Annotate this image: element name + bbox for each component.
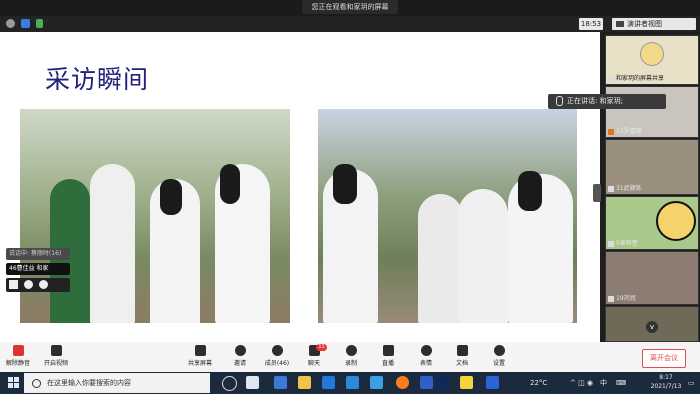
shared-slide: 采访瞬间	[0, 32, 600, 342]
participant-tile[interactable]: 和家玥的屏幕共享	[605, 35, 699, 85]
video-icon	[50, 345, 62, 356]
firefox-icon[interactable]	[396, 376, 409, 389]
speaking-row: 说话中: 蔡丽时(16)	[6, 248, 70, 260]
cortana-icon[interactable]	[222, 376, 237, 391]
app-icon[interactable]	[370, 376, 383, 389]
reactions-button[interactable]: 表情	[412, 345, 440, 367]
participant-tile[interactable]: 5崔梓萱	[605, 196, 699, 250]
signal-icon	[36, 19, 43, 28]
screen-share-icon	[608, 75, 614, 82]
leave-meeting-button[interactable]: 离开会议	[642, 349, 686, 368]
participant-tile[interactable]: 31武颢铄	[605, 139, 699, 195]
clock-date: 2021/7/13	[650, 383, 682, 390]
tile-name: 13罗嘉璐	[616, 128, 642, 135]
info-icon[interactable]	[6, 19, 15, 28]
mic-muted-icon	[608, 240, 614, 247]
reaction-icon[interactable]	[38, 280, 48, 289]
mute-button[interactable]: 解除静音	[4, 345, 32, 367]
gear-icon	[493, 345, 505, 356]
chevron-down-icon[interactable]: v	[646, 321, 658, 333]
tile-name: 19刘润	[616, 295, 636, 302]
ime-indicator[interactable]: 中	[600, 372, 607, 394]
name-row: 46曹佳益 和家	[6, 263, 70, 275]
emoji-icon	[420, 345, 432, 356]
grid-icon[interactable]	[9, 280, 18, 289]
tile-name: 5崔梓萱	[616, 240, 638, 247]
input-method-icon[interactable]: ⌨	[616, 372, 626, 394]
windows-start-icon[interactable]	[8, 377, 19, 388]
search-placeholder: 在这里输入你要搜索的内容	[47, 379, 131, 387]
title-bar: 您正在观看和家玥的屏幕	[0, 0, 700, 16]
chat-icon[interactable]	[23, 280, 33, 289]
mic-icon	[608, 128, 614, 135]
photoshop-icon[interactable]	[436, 376, 449, 389]
speaking-label: 正在讲话: 和家玥;	[567, 97, 623, 105]
mail-icon[interactable]	[322, 376, 335, 389]
mic-muted-icon	[608, 185, 614, 192]
settings-button[interactable]: 设置	[485, 345, 513, 367]
avatar	[640, 42, 664, 66]
tile-name: 31武颢铄	[616, 185, 642, 192]
taskbar-search[interactable]: 在这里输入你要搜索的内容	[24, 373, 210, 393]
document-icon	[456, 345, 468, 356]
invite-icon	[234, 345, 246, 356]
share-button[interactable]: 共享屏幕	[186, 345, 214, 367]
live-button[interactable]: 直播	[374, 345, 402, 367]
edge-icon[interactable]	[274, 376, 287, 389]
video-button[interactable]: 开启视频	[42, 345, 70, 367]
task-view-icon[interactable]	[246, 376, 259, 389]
folder-icon[interactable]	[298, 376, 311, 389]
speaking-indicator: 正在讲话: 和家玥;	[548, 94, 666, 109]
participant-tile[interactable]: v	[605, 306, 699, 342]
record-icon	[345, 345, 357, 356]
shield-icon[interactable]	[21, 19, 30, 28]
live-icon	[382, 345, 394, 356]
wps-icon[interactable]	[460, 376, 473, 389]
mic-muted-icon	[12, 345, 24, 356]
share-screen-icon	[194, 345, 206, 356]
mic-muted-icon	[608, 295, 614, 302]
float-controls[interactable]	[6, 278, 70, 292]
floating-panel: 说话中: 蔡丽时(16) 46曹佳益 和家	[6, 248, 70, 295]
members-icon	[271, 345, 283, 356]
tray-icons[interactable]: ^ ◫ ◉	[570, 372, 593, 394]
ie-icon[interactable]	[346, 376, 359, 389]
tencent-meeting-icon[interactable]	[486, 376, 499, 389]
clock[interactable]: 8:17 2021/7/13	[646, 373, 686, 391]
clock-time: 8:17	[659, 374, 673, 381]
word-icon[interactable]	[420, 376, 433, 389]
mic-icon	[556, 96, 563, 106]
view-label: 演讲者视图	[627, 20, 662, 28]
notification-icon[interactable]: ▭	[688, 372, 695, 394]
share-title: 您正在观看和家玥的屏幕	[302, 0, 398, 14]
invite-button[interactable]: 邀请	[226, 345, 254, 367]
avatar	[656, 201, 696, 241]
collapse-panel-handle[interactable]	[593, 184, 601, 202]
speaker-view-button[interactable]: 演讲者视图	[612, 18, 696, 30]
interview-photo-2	[318, 109, 577, 323]
docs-button[interactable]: 文档	[448, 345, 476, 367]
members-button[interactable]: 成员(46)	[262, 345, 292, 367]
record-button[interactable]: 录制	[337, 345, 365, 367]
participant-tile[interactable]: 19刘润	[605, 251, 699, 305]
slide-title: 采访瞬间	[45, 65, 150, 94]
duration-chip: 18:53	[579, 18, 603, 30]
grid-icon	[616, 21, 624, 27]
weather-widget[interactable]: 22°C	[530, 372, 547, 394]
search-icon	[32, 378, 41, 388]
tile-name: 和家玥的屏幕共享	[616, 75, 665, 82]
chat-badge: 11	[316, 344, 327, 351]
